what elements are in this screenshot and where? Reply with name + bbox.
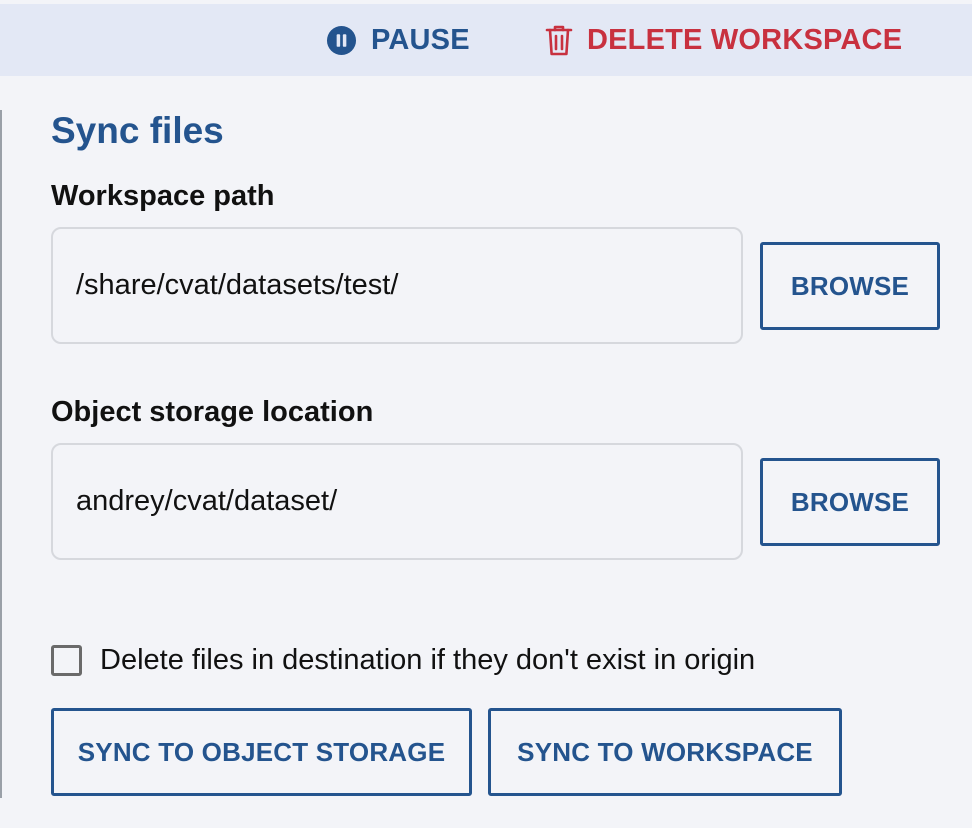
sync-files-panel: Sync files Workspace path /share/cvat/da… — [51, 0, 972, 828]
sync-to-object-storage-button[interactable]: SYNC TO OBJECT STORAGE — [51, 708, 472, 796]
section-title: Sync files — [51, 110, 224, 151]
workspace-path-value: /share/cvat/datasets/test/ — [76, 269, 399, 301]
object-storage-label: Object storage location — [51, 396, 374, 428]
browse-workspace-button[interactable]: BROWSE — [760, 242, 940, 330]
object-storage-field[interactable]: andrey/cvat/dataset/ — [51, 443, 743, 560]
delete-files-checkbox[interactable] — [51, 644, 82, 676]
workspace-path-label: Workspace path — [51, 180, 275, 212]
object-storage-value: andrey/cvat/dataset/ — [76, 485, 338, 517]
workspace-path-field[interactable]: /share/cvat/datasets/test/ — [51, 227, 743, 344]
browse-object-storage-button[interactable]: BROWSE — [760, 458, 940, 546]
panel-divider — [0, 110, 2, 798]
sync-to-workspace-button[interactable]: SYNC TO WORKSPACE — [488, 708, 842, 796]
delete-option-row[interactable]: Delete files in destination if they don'… — [51, 638, 755, 682]
delete-files-label: Delete files in destination if they don'… — [100, 643, 756, 676]
